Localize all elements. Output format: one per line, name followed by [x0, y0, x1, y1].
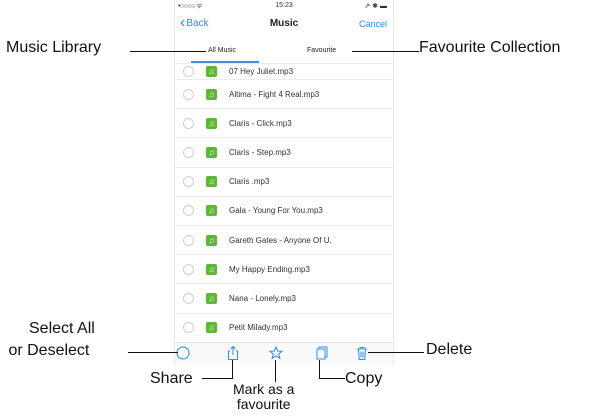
annotation-favourite-collection: Favourite Collection	[419, 39, 561, 56]
list-item[interactable]: ♫ Gala - Young For You.mp3	[175, 197, 393, 226]
song-name: Gala - Young For You.mp3	[229, 206, 323, 216]
song-name: Altima - Fight 4 Real.mp3	[229, 89, 320, 99]
song-name: Claris - Step.mp3	[229, 147, 291, 157]
select-radio[interactable]	[183, 176, 194, 188]
leader-line-music-library	[130, 51, 206, 52]
annotation-mark-line2: favourite	[236, 396, 291, 412]
select-radio[interactable]	[183, 322, 194, 334]
select-radio[interactable]	[183, 205, 194, 217]
leader-line-share-h	[202, 378, 233, 379]
annotation-select-all-line1: Select All	[29, 320, 95, 337]
cancel-button[interactable]: Cancel	[359, 19, 387, 29]
music-note-icon: ♫	[206, 205, 217, 217]
song-name: Claris .mp3	[229, 177, 270, 187]
music-note-icon: ♫	[206, 65, 217, 77]
music-note-icon: ♫	[206, 176, 217, 188]
select-radio[interactable]	[183, 65, 194, 77]
list-item[interactable]: ♫ 07 Hey Juliet.mp3	[175, 63, 393, 80]
list-item[interactable]: ♫ My Happy Ending.mp3	[175, 255, 393, 285]
select-radio[interactable]	[183, 263, 194, 275]
list-item[interactable]: ♫ Altima - Fight 4 Real.mp3	[175, 80, 393, 110]
list-item[interactable]: ♫ Claris - Click.mp3	[175, 109, 393, 139]
music-note-icon: ♫	[206, 234, 217, 246]
song-name: Petit Milady.mp3	[229, 323, 288, 333]
share-icon[interactable]	[225, 345, 241, 361]
select-radio[interactable]	[183, 234, 194, 246]
select-all-icon[interactable]	[175, 345, 191, 361]
select-radio[interactable]	[183, 292, 194, 304]
song-list: ♫ 07 Hey Juliet.mp3 ♫ Altima - Fight 4 R…	[175, 63, 393, 343]
leader-line-favourite-collection	[352, 51, 419, 52]
star-icon[interactable]	[268, 345, 284, 361]
status-bar: •○○○○ ᯤ 15:23 ⇗ ✱ ▬	[175, 0, 393, 12]
list-item[interactable]: ♫ Claris - Step.mp3	[175, 138, 393, 168]
trash-icon[interactable]	[354, 345, 370, 361]
list-item[interactable]: ♫ Gareth Gates - Anyone Of U.	[175, 226, 393, 256]
music-note-icon: ♫	[206, 117, 217, 129]
list-item[interactable]: ♫ Petit Milady.mp3	[175, 314, 393, 343]
music-note-icon: ♫	[206, 292, 217, 304]
leader-line-mark-favourite	[275, 360, 276, 382]
song-name: 07 Hey Juliet.mp3	[229, 66, 294, 76]
music-note-icon: ♫	[206, 88, 217, 100]
select-radio[interactable]	[183, 146, 194, 158]
select-radio[interactable]	[183, 117, 194, 129]
annotation-select-all-line2: or Deselect	[8, 342, 90, 359]
leader-line-delete	[368, 352, 424, 353]
annotation-mark-line1: Mark as a	[233, 381, 295, 397]
annotation-copy: Copy	[345, 370, 383, 387]
annotation-mark-favourite: Mark as a favourite	[233, 382, 294, 412]
navigation-bar: ‹ Back Music Cancel	[175, 12, 393, 38]
song-name: My Happy Ending.mp3	[229, 264, 310, 274]
song-name: Claris - Click.mp3	[229, 118, 292, 128]
song-name: Gareth Gates - Anyone Of U.	[229, 235, 332, 245]
leader-line-copy-h	[319, 378, 345, 379]
tab-all-music[interactable]: All Music	[208, 47, 236, 54]
list-item[interactable]: ♫ Nana - Lonely.mp3	[175, 284, 393, 314]
status-time: 15:23	[275, 2, 293, 9]
music-note-icon: ♫	[206, 263, 217, 275]
annotation-select-all: Select All or Deselect	[8, 318, 95, 362]
music-note-icon: ♫	[206, 322, 217, 334]
annotation-delete: Delete	[426, 341, 473, 358]
list-item[interactable]: ♫ Claris .mp3	[175, 168, 393, 197]
segmented-control: All Music Favourite	[175, 41, 393, 64]
leader-line-copy-v	[319, 360, 320, 379]
annotation-share: Share	[150, 370, 193, 387]
song-name: Nana - Lonely.mp3	[229, 293, 296, 303]
leader-line-share-v	[232, 360, 233, 379]
leader-line-select-all	[128, 352, 178, 353]
battery-indicator: ⇗ ✱ ▬	[364, 3, 387, 10]
annotation-music-library: Music Library	[6, 39, 102, 56]
bottom-toolbar	[175, 342, 393, 364]
copy-icon[interactable]	[313, 345, 329, 361]
music-note-icon: ♫	[206, 146, 217, 158]
tab-favourite[interactable]: Favourite	[307, 47, 336, 54]
select-radio[interactable]	[183, 88, 194, 100]
phone-screen: •○○○○ ᯤ 15:23 ⇗ ✱ ▬ ‹ Back Music Cancel …	[174, 0, 394, 364]
